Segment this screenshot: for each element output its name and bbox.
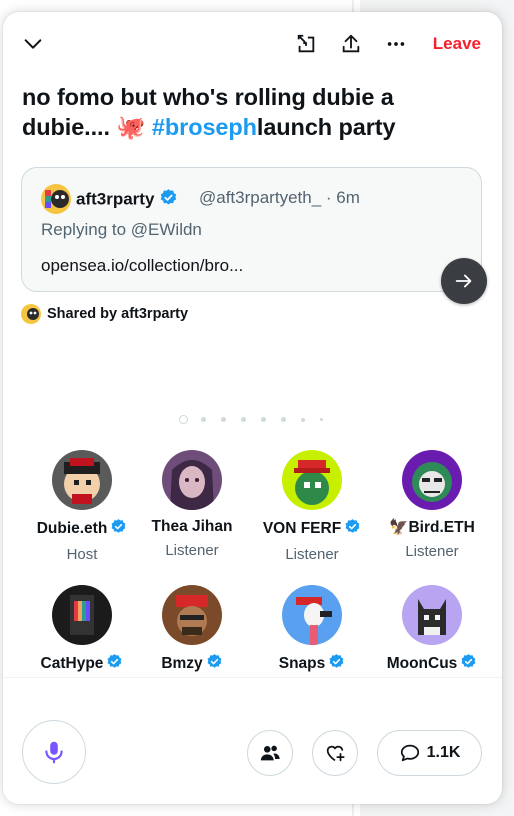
octopus-emoji: 🐙 [116, 114, 146, 140]
verified-icon [328, 653, 345, 675]
space-title: no fomo but who's rolling dubie a dubie.… [22, 82, 482, 142]
speaker-item[interactable]: CatHype [22, 585, 142, 675]
speaker-name-label: Dubie.eth [36, 520, 108, 537]
arrow-right-icon [455, 274, 472, 288]
speaker-name-label: CatHype [40, 655, 104, 672]
speaker-name: Bmzy [132, 653, 252, 675]
pinned-tweet-card[interactable]: aft3rparty @aft3rpartyeth_ · 6m Replying… [21, 167, 482, 292]
speaker-name: MoonCus [372, 653, 492, 675]
leave-button[interactable]: Leave [433, 34, 481, 54]
more-icon[interactable] [384, 32, 408, 56]
people-icon [260, 745, 280, 761]
react-button[interactable] [312, 730, 358, 776]
speaker-name-label: Snaps [278, 655, 326, 672]
verified-icon [206, 653, 223, 675]
microphone-icon [45, 741, 63, 764]
page-dot[interactable] [221, 417, 226, 422]
page-dot[interactable] [241, 417, 246, 422]
speaker-role: Listener [165, 542, 219, 559]
tweet-author-label: aft3rparty [76, 189, 155, 209]
speaker-role: Listener [405, 543, 459, 560]
speaker-name: 🦅Bird.ETH [372, 518, 492, 537]
tweet-link[interactable]: opensea.io/collection/bro... [41, 256, 243, 276]
speaker-name: CatHype [22, 653, 142, 675]
speaker-name-label: VON FERF [262, 520, 342, 537]
verified-icon [106, 653, 123, 675]
speaker-item[interactable]: Bmzy [132, 585, 252, 675]
page-dot[interactable] [281, 417, 286, 422]
title-tail: launch party [256, 114, 396, 140]
next-tweet-button[interactable] [441, 258, 487, 304]
speaker-avatar [282, 450, 342, 510]
speaker-name-label: MoonCus [386, 655, 458, 672]
speaker-item[interactable]: VON FERF Listener [252, 450, 372, 563]
speaker-avatar [52, 450, 112, 510]
reply-count: 1.1K [426, 744, 461, 761]
speaker-avatar [282, 585, 342, 645]
speaker-avatar [402, 450, 462, 510]
chevron-down-icon[interactable] [21, 32, 45, 56]
page-dot[interactable] [320, 418, 323, 421]
speaker-name: Dubie.eth [22, 518, 142, 540]
heart-plus-icon [326, 745, 345, 762]
tweet-author-name[interactable]: aft3rparty [76, 188, 178, 212]
speaker-item[interactable]: MoonCus [372, 585, 492, 675]
comment-icon [400, 744, 419, 762]
verified-icon [460, 653, 477, 675]
verified-icon [159, 188, 178, 212]
speaker-name: VON FERF [252, 518, 372, 540]
speaker-item[interactable]: Thea Jihan Listener [132, 450, 252, 559]
shared-by-avatar [21, 304, 41, 324]
verified-icon [110, 518, 127, 540]
speaker-item[interactable]: Snaps [252, 585, 372, 675]
speaker-name: Thea Jihan [132, 518, 252, 536]
speaker-avatar [52, 585, 112, 645]
request-to-speak-button[interactable] [22, 720, 86, 784]
tweet-handle: @aft3rpartyeth_ · 6m [199, 188, 360, 207]
speaker-item[interactable]: Dubie.eth Host [22, 450, 142, 563]
speaker-role: Host [66, 546, 98, 563]
speaker-name-label: 🦅Bird.ETH [389, 519, 475, 536]
speaker-avatar [162, 450, 222, 510]
tweet-avatar[interactable] [41, 184, 71, 214]
speaker-name-label: Bmzy [161, 655, 203, 672]
spaces-panel: Leave no fomo but who's rolling dubie a … [3, 12, 502, 804]
space-header: Leave [3, 12, 502, 76]
speaker-role: Listener [285, 546, 339, 563]
share-icon[interactable] [339, 32, 363, 56]
page-dot[interactable] [261, 417, 266, 422]
participants-button[interactable] [247, 730, 293, 776]
speakers-grid: Dubie.eth Host Thea Jihan Listener VON F… [3, 450, 502, 675]
speaker-name-label: Thea Jihan [151, 518, 233, 535]
verified-icon [344, 518, 361, 540]
minimize-icon[interactable] [294, 32, 318, 56]
page-dot[interactable] [301, 417, 305, 422]
speaker-name: Snaps [252, 653, 372, 675]
shared-by: Shared by aft3rparty [21, 304, 188, 324]
hashtag-link[interactable]: #broseph [152, 114, 257, 140]
pinned-pagination [179, 415, 338, 424]
speaker-item[interactable]: 🦅Bird.ETH Listener [372, 450, 492, 560]
replies-button[interactable]: 1.1K [377, 730, 482, 776]
speaker-avatar [162, 585, 222, 645]
page-dot-active[interactable] [179, 415, 188, 424]
shared-by-text: Shared by aft3rparty [47, 306, 189, 322]
space-controls: 1.1K [3, 677, 502, 804]
tweet-replying-to: Replying to @EWildn [41, 220, 202, 239]
page-dot[interactable] [201, 417, 206, 422]
speaker-avatar [402, 585, 462, 645]
